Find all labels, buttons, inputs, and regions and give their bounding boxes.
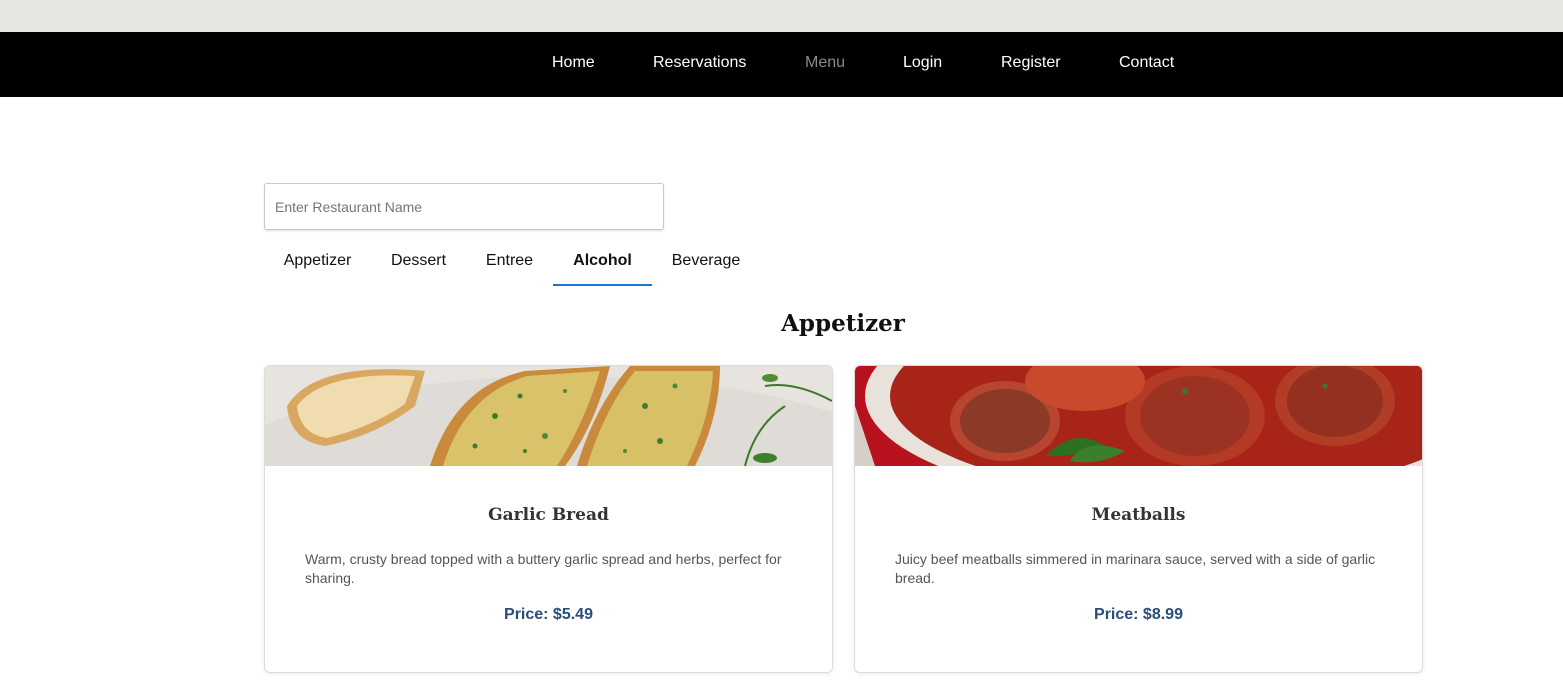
browser-top-strip <box>0 0 1563 32</box>
nav-contact[interactable]: Contact <box>1119 32 1174 97</box>
tab-entree[interactable]: Entree <box>466 240 553 287</box>
nav-menu[interactable]: Menu <box>805 32 845 97</box>
menu-item-card: Meatballs Juicy beef meatballs simmered … <box>854 365 1423 673</box>
active-tab-indicator <box>553 284 652 286</box>
nav-home[interactable]: Home <box>552 32 595 97</box>
nav-login[interactable]: Login <box>903 32 942 97</box>
item-price: Price: $5.49 <box>504 606 593 623</box>
nav-reservations[interactable]: Reservations <box>653 32 746 97</box>
tab-dessert[interactable]: Dessert <box>371 240 466 287</box>
tab-beverage[interactable]: Beverage <box>652 240 760 287</box>
garlic-bread-image <box>265 366 832 466</box>
item-description: Juicy beef meatballs simmered in marinar… <box>895 551 1376 586</box>
meatballs-image <box>855 366 1422 466</box>
main-navbar: Home Reservations Menu Login Register Co… <box>0 32 1563 97</box>
nav-register[interactable]: Register <box>1001 32 1061 97</box>
tab-appetizer[interactable]: Appetizer <box>264 240 371 287</box>
item-description: Warm, crusty bread topped with a buttery… <box>305 551 782 586</box>
item-name: Meatballs <box>1091 505 1186 525</box>
tab-alcohol[interactable]: Alcohol <box>553 240 652 287</box>
restaurant-search-input[interactable] <box>264 183 664 230</box>
item-name: Garlic Bread <box>488 505 609 525</box>
menu-item-card: Garlic Bread Warm, crusty bread topped w… <box>264 365 833 673</box>
section-title: Appetizer <box>781 310 905 337</box>
item-price: Price: $8.99 <box>1094 606 1183 623</box>
